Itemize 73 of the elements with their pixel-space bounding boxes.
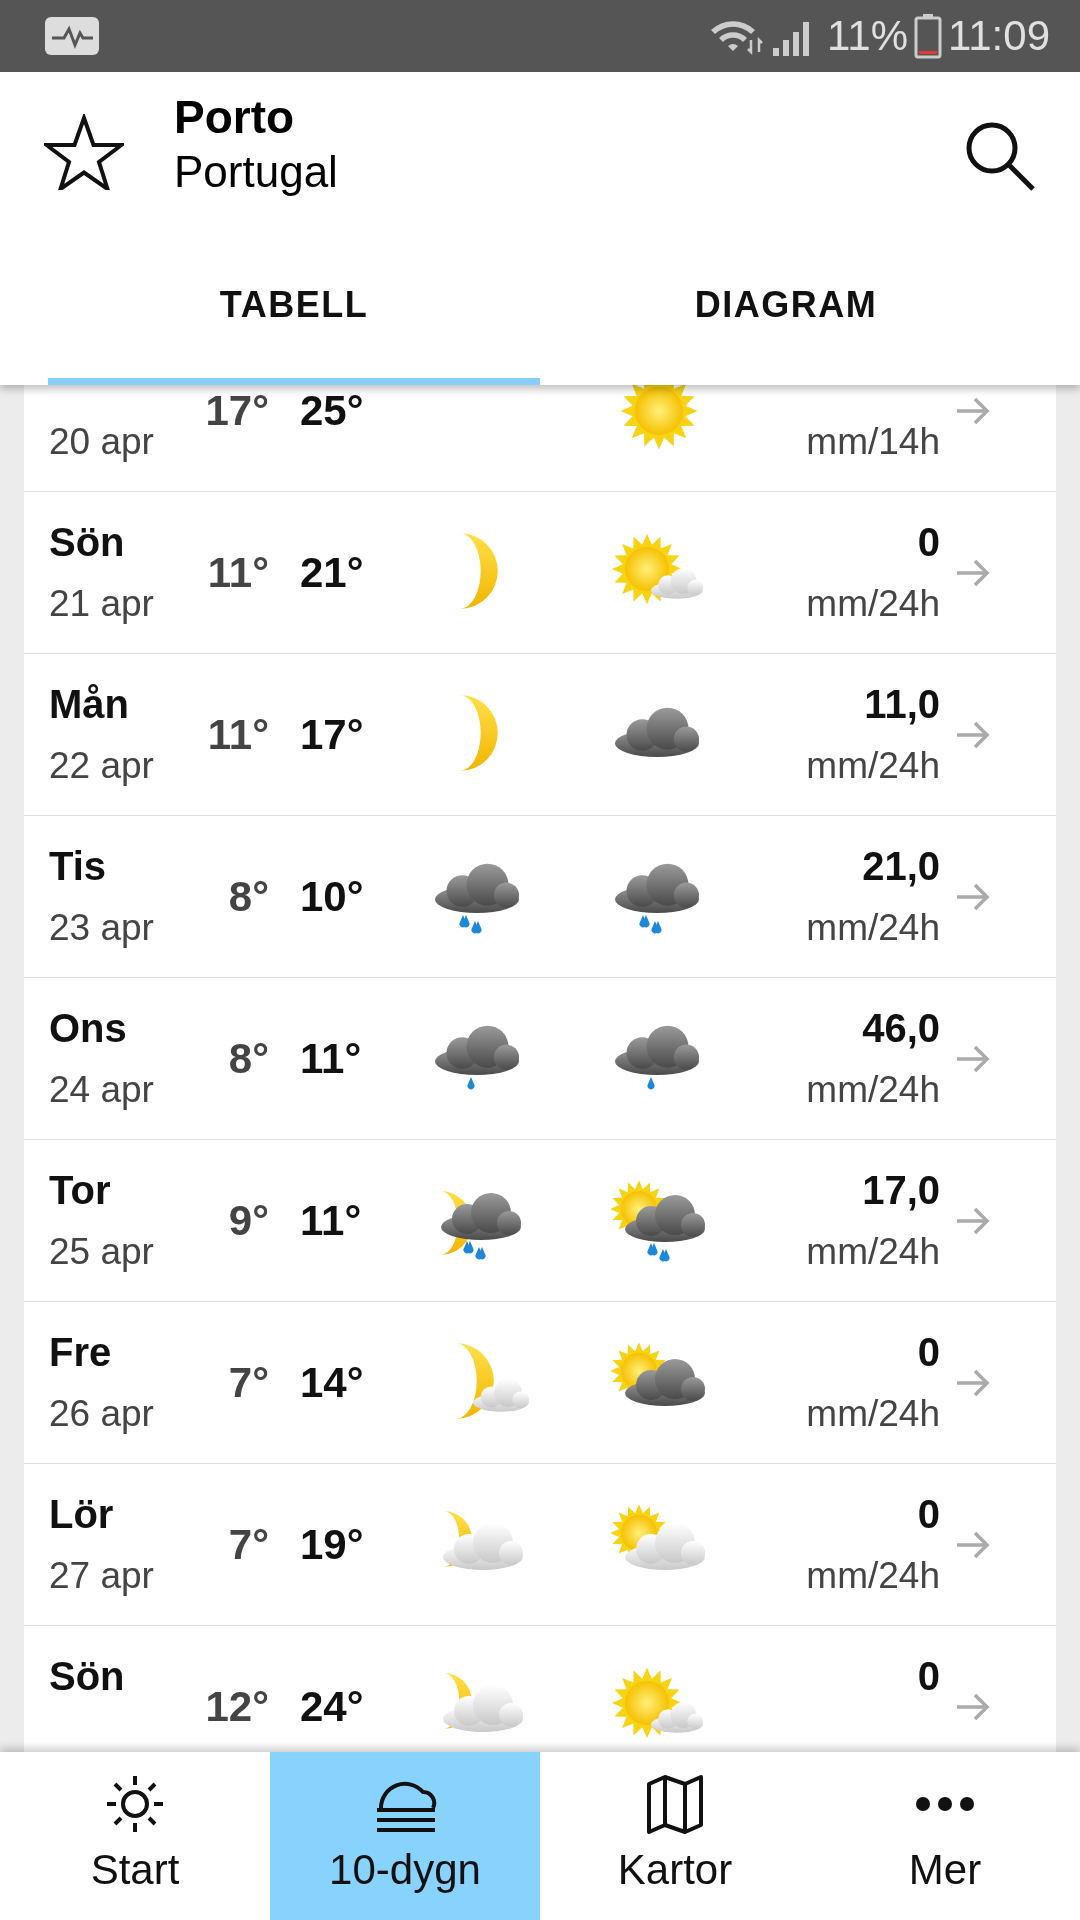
clock: 11:09: [948, 12, 1050, 60]
min-temperature: 12°: [205, 1685, 269, 1728]
arrow-icon[interactable]: [954, 719, 991, 750]
nav-tab[interactable]: Kartor: [540, 1752, 810, 1920]
activity-icon: [44, 16, 100, 56]
more-icon: [913, 1794, 977, 1814]
arrow-icon[interactable]: [954, 1043, 991, 1074]
precipitation: 17,0: [862, 1166, 940, 1213]
precipitation: 11,0: [864, 680, 940, 727]
day-name: Fre: [49, 1328, 112, 1375]
date: 21 apr: [49, 581, 154, 626]
max-temperature: 17°: [300, 713, 364, 756]
max-temperature: 21°: [300, 551, 364, 594]
min-temperature: 8°: [228, 875, 269, 918]
precipitation-unit: mm/24h: [806, 743, 940, 788]
search-icon[interactable]: [964, 120, 1036, 192]
city-name: Porto: [174, 90, 295, 144]
date: 23 apr: [49, 905, 154, 950]
min-temperature: 7°: [228, 1523, 269, 1566]
date: 22 apr: [49, 743, 154, 788]
day-name: Lör: [49, 1490, 114, 1537]
arrow-icon[interactable]: [954, 395, 991, 426]
min-temperature: 7°: [228, 1361, 269, 1404]
max-temperature: 11°: [300, 1199, 362, 1242]
day-name: Mån: [49, 680, 129, 727]
nav-tab[interactable]: Start: [0, 1752, 270, 1920]
battery-level: 11%: [827, 12, 908, 60]
arrow-icon[interactable]: [954, 881, 991, 912]
arrow-icon[interactable]: [954, 1529, 991, 1560]
nav-tab[interactable]: Mer: [810, 1752, 1080, 1920]
min-temperature: 11°: [207, 551, 269, 594]
battery-icon: [914, 13, 942, 59]
favorite-star-icon[interactable]: [44, 114, 124, 190]
precipitation-unit: mm/24h: [806, 1391, 940, 1436]
precipitation-unit: mm/24h: [806, 581, 940, 626]
day-name: Sön: [49, 518, 125, 565]
max-temperature: 19°: [300, 1523, 364, 1566]
precipitation: 21,0: [862, 842, 940, 889]
arrow-icon[interactable]: [954, 1205, 991, 1236]
date: 27 apr: [49, 1553, 154, 1598]
precipitation: 0: [917, 1328, 940, 1375]
max-temperature: 24°: [300, 1685, 364, 1728]
date: 24 apr: [49, 1067, 154, 1112]
date: 25 apr: [49, 1229, 154, 1274]
max-temperature: 14°: [300, 1361, 364, 1404]
day-name: Tor: [49, 1166, 111, 1213]
min-temperature: 17°: [205, 389, 269, 432]
day-name: Tis: [49, 842, 107, 889]
precipitation-unit: mm/24h: [806, 1229, 940, 1274]
min-temperature: 11°: [207, 713, 269, 756]
max-temperature: 11°: [300, 1037, 362, 1080]
nav-tab[interactable]: 10-dygn: [270, 1752, 540, 1920]
date: 20 apr: [49, 419, 154, 464]
min-temperature: 9°: [228, 1199, 269, 1242]
precipitation-unit: mm/24h: [806, 1553, 940, 1598]
arrow-icon[interactable]: [954, 557, 991, 588]
date: 26 apr: [49, 1391, 154, 1436]
max-temperature: 10°: [300, 875, 364, 918]
min-temperature: 8°: [228, 1037, 269, 1080]
max-temperature: 25°: [300, 389, 364, 432]
precipitation-unit: mm/24h: [806, 1067, 940, 1112]
precipitation: 46,0: [862, 1004, 940, 1051]
precipitation: 0: [917, 1490, 940, 1537]
day-name: Ons: [49, 1004, 127, 1051]
precipitation-unit: mm/14h: [806, 419, 940, 464]
country-name: Portugal: [174, 146, 338, 198]
tab[interactable]: DIAGRAM: [540, 252, 1032, 385]
precipitation: 0: [917, 518, 940, 565]
arrow-icon[interactable]: [954, 1691, 991, 1722]
precipitation-unit: mm/24h: [806, 905, 940, 950]
arrow-icon[interactable]: [954, 1367, 991, 1398]
day-name: Sön: [49, 1652, 125, 1699]
precipitation: 0: [917, 1652, 940, 1699]
